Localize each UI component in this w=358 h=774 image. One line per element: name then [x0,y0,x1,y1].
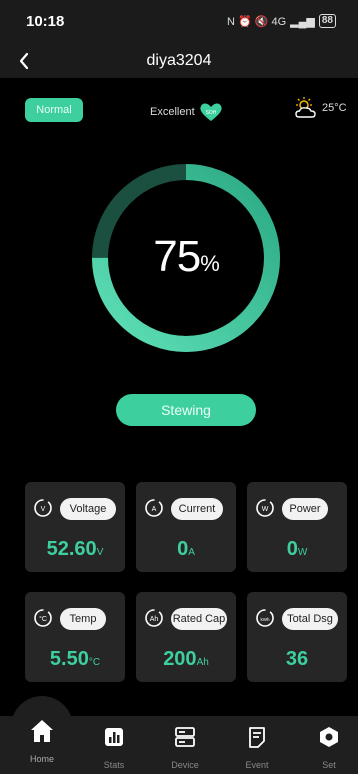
metric-label: Voltage [60,498,116,520]
nav-label-stats: Stats [103,760,125,770]
soh-icon-text: SOH [205,110,216,116]
rated-cap-icon: Ah [145,609,163,627]
metric-card-current: A Current 0A [136,482,236,572]
weather: 25°C [293,96,347,120]
soc-readout: 75% [90,232,282,282]
metric-unit: °C [88,657,101,668]
nav-label-event: Event [245,760,269,770]
partly-cloudy-icon [295,97,316,118]
metric-value: 36 [285,648,309,670]
metric-unit: W [297,547,308,558]
metric-unit: Ah [196,657,209,668]
metric-card-rated-cap: Ah Rated Cap 200Ah [136,592,236,682]
soh-heart-icon: SOH [200,103,222,121]
status-indicator-icons: N ⏰ 🔇 4G [226,15,287,28]
title-bar: diya3204 [0,44,358,78]
current-icon: A [145,499,163,517]
nav-device[interactable]: Device [160,726,210,770]
soc-unit: % [200,251,220,276]
nav-home[interactable]: Home [17,716,67,764]
metric-value-row: 0A [136,538,236,561]
page-title: diya3204 [146,52,212,69]
signal-icon: ▂▄▆ [290,15,315,28]
nav-event[interactable]: Event [232,726,282,770]
health-indicator: Excellent SOH [150,102,224,122]
status-time: 10:18 [26,13,65,30]
settings-icon [320,727,338,747]
metric-value-row: 5.50°C [25,648,125,671]
metric-value: 52.60 [46,538,97,560]
nav-set[interactable]: Set [304,726,354,770]
metric-unit: A [188,547,195,558]
event-icon [249,727,265,748]
status-bar: 10:18 N ⏰ 🔇 4G ▂▄▆ 88 [0,0,358,44]
total-dsg-icon: kWh [256,609,274,627]
metric-card-power: W Power 0W [247,482,347,572]
home-icon [31,720,53,742]
nav-label-home: Home [29,754,54,764]
metric-value-row: 200Ah [136,648,236,671]
metric-value-row: 52.60V [25,538,125,561]
svg-text:kWh: kWh [261,617,270,622]
status-icons: N ⏰ 🔇 4G ▂▄▆ 88 [227,14,336,28]
metric-value: 200 [163,648,197,670]
svg-text:W: W [262,506,269,513]
health-label: Excellent [150,106,195,118]
metric-card-temp: °C Temp 5.50°C [25,592,125,682]
temp-icon: °C [34,609,52,627]
nav-label-device: Device [171,760,199,770]
svg-text:A: A [152,506,157,513]
metric-value-row: 0W [247,538,347,561]
metric-label: Temp [60,608,106,630]
svg-text:V: V [41,506,46,513]
svg-text:Ah: Ah [150,616,159,623]
svg-text:°C: °C [39,615,47,623]
battery-state-pill: Stewing [116,394,256,426]
metric-label: Current [171,498,223,520]
metric-value: 0 [286,538,298,560]
weather-temp: 25°C [322,102,347,114]
status-badge: Normal [25,98,83,122]
stats-icon [105,728,123,746]
metric-value: 0 [177,538,189,560]
battery-icon: 88 [318,14,336,28]
metric-value-row: 36 [247,648,347,671]
voltage-icon: V [34,499,52,517]
device-icon [175,727,195,747]
nav-stats[interactable]: Stats [89,726,139,770]
metric-label: Power [282,498,328,520]
nav-label-set: Set [322,760,336,770]
metric-unit: V [96,547,104,558]
metric-label: Total Dsg [282,608,338,630]
soc-value: 75 [153,232,201,281]
metric-label: Rated Cap [171,608,227,630]
metric-value: 5.50 [49,648,89,670]
metric-card-total-dsg: kWh Total Dsg 36 [247,592,347,682]
metric-card-voltage: V Voltage 52.60V [25,482,125,572]
power-icon: W [256,499,274,517]
